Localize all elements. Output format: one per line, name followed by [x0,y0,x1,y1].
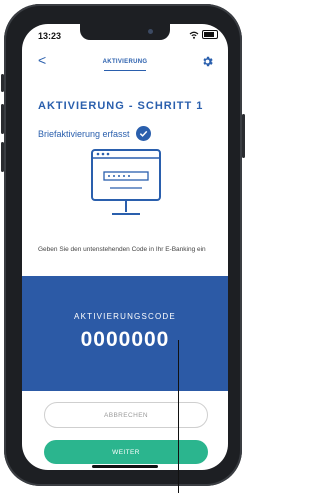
activation-code-panel: AKTIVIERUNGSCODE 0000000 [22,276,228,391]
nav-bar: < AKTIVIERUNG [22,52,228,74]
computer-illustration-icon [91,149,161,215]
cancel-button[interactable]: ABBRECHEN [44,402,208,428]
phone-frame: 13:23 < AKTIVIERUNG AKTIVIERUNG - SCHRIT… [1,4,245,486]
phone-silent-switch [1,74,4,92]
phone-volume-up [1,104,4,134]
gear-icon[interactable] [201,55,214,68]
activation-code-value: 0000000 [80,328,170,351]
status-time: 13:23 [38,31,62,41]
letter-status-row: Briefaktivierung erfasst [38,126,151,141]
home-indicator [92,465,158,468]
wifi-icon [189,31,199,39]
page-title: AKTIVIERUNG - SCHRITT 1 [38,100,204,112]
nav-title-underline [104,70,146,71]
activation-code-label: AKTIVIERUNGSCODE [74,312,176,321]
next-button[interactable]: WEITER [44,440,208,464]
status-bar: 13:23 [22,24,228,44]
checkmark-icon [135,126,151,141]
front-camera [148,29,153,34]
nav-title: AKTIVIERUNG [102,59,148,65]
instruction-text: Geben Sie den untenstehenden Code in Ihr… [38,246,206,253]
battery-icon [202,30,218,39]
app-screen: 13:23 < AKTIVIERUNG AKTIVIERUNG - SCHRIT… [22,24,228,470]
letter-status-label: Briefaktivierung erfasst [38,128,130,139]
notch [80,24,170,40]
annotation-pointer-line [178,340,179,493]
status-icons [189,30,218,39]
phone-volume-down [1,142,4,172]
phone-power-button [242,114,245,158]
